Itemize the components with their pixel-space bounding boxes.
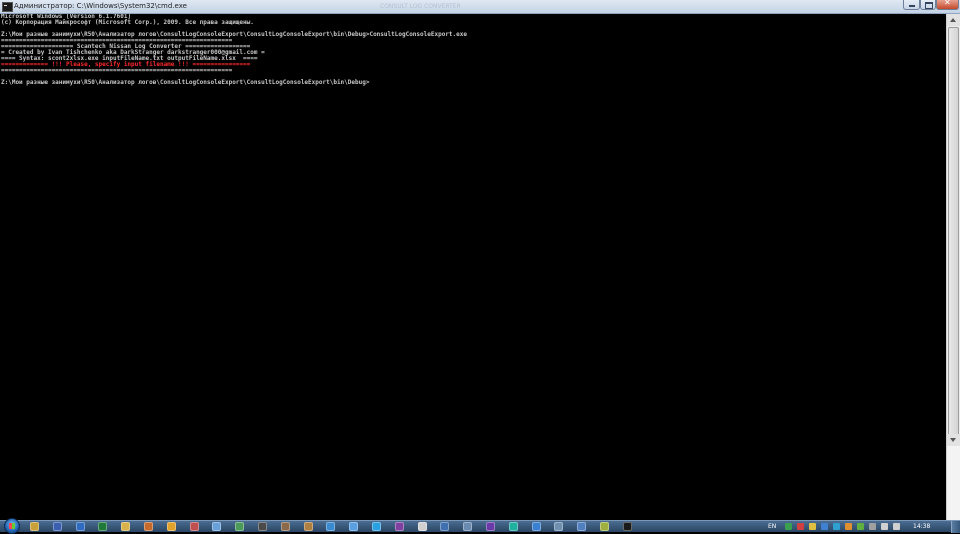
vertical-scrollbar[interactable]: [946, 14, 960, 520]
chrome-icon[interactable]: [167, 522, 176, 531]
taskbar: EN 14:38: [0, 518, 960, 534]
gallery-icon[interactable]: [600, 522, 609, 531]
visual-studio-icon[interactable]: [486, 522, 495, 531]
network-icon[interactable]: [440, 522, 449, 531]
show-desktop-button[interactable]: [951, 521, 960, 533]
maximize-button[interactable]: [920, 0, 936, 10]
cmd-app-icon[interactable]: [2, 2, 13, 12]
tool-icon[interactable]: [304, 522, 313, 531]
language-indicator[interactable]: EN: [768, 522, 776, 531]
paint-icon[interactable]: [190, 522, 199, 531]
tray-app3-icon[interactable]: [809, 523, 816, 530]
media-icon[interactable]: [144, 522, 153, 531]
tray-app6-icon[interactable]: [845, 523, 852, 530]
tray-volume-icon[interactable]: [893, 523, 900, 530]
chat-icon[interactable]: [349, 522, 358, 531]
tray-app7-icon[interactable]: [857, 523, 864, 530]
cmd-icon[interactable]: [623, 522, 632, 531]
s-app-icon[interactable]: [532, 522, 541, 531]
console-prompt-line: Z:\Мои разные занимухи\R50\Анализатор ло…: [1, 79, 370, 86]
monitor-icon[interactable]: [577, 522, 586, 531]
minimize-button[interactable]: [903, 0, 920, 10]
scroll-up-arrow-icon[interactable]: [947, 14, 960, 26]
save-icon[interactable]: [53, 522, 62, 531]
scrollbar-tail: [947, 446, 960, 520]
task-icon[interactable]: [463, 522, 472, 531]
globe-icon[interactable]: [326, 522, 335, 531]
clock[interactable]: 14:38: [913, 522, 930, 531]
tray-app5-icon[interactable]: [833, 523, 840, 530]
window-title: Администратор: C:\Windows\System32\cmd.e…: [14, 2, 187, 10]
window-title-bar[interactable]: Администратор: C:\Windows\System32\cmd.e…: [0, 0, 960, 14]
p-app-icon[interactable]: [509, 522, 518, 531]
excel-icon[interactable]: [98, 522, 107, 531]
console-output[interactable]: Microsoft Windows [Version 6.1.7601] (c)…: [0, 14, 946, 520]
terminal-icon[interactable]: [258, 522, 267, 531]
utility-icon[interactable]: [235, 522, 244, 531]
scrollbar-thumb[interactable]: [948, 27, 959, 445]
pen-icon[interactable]: [212, 522, 221, 531]
remote-icon[interactable]: [554, 522, 563, 531]
tray-network-icon[interactable]: [881, 523, 888, 530]
explorer-icon[interactable]: [30, 522, 39, 531]
system-tray: EN 14:38: [765, 521, 960, 533]
tray-app8-icon[interactable]: [869, 523, 876, 530]
archive-icon[interactable]: [281, 522, 290, 531]
outlook-icon[interactable]: [76, 522, 85, 531]
tray-app1-icon[interactable]: [785, 523, 792, 530]
tray-app2-icon[interactable]: [797, 523, 804, 530]
scroll-down-arrow-icon[interactable]: [947, 434, 960, 446]
tray-app4-icon[interactable]: [821, 523, 828, 530]
folder-icon[interactable]: [121, 522, 130, 531]
title-bar-ghost-text: CONSULT LOG CONVERTER: [380, 3, 461, 10]
close-button[interactable]: [936, 0, 959, 10]
notepad-icon[interactable]: [418, 522, 427, 531]
player-icon[interactable]: [395, 522, 404, 531]
skype-icon[interactable]: [372, 522, 381, 531]
